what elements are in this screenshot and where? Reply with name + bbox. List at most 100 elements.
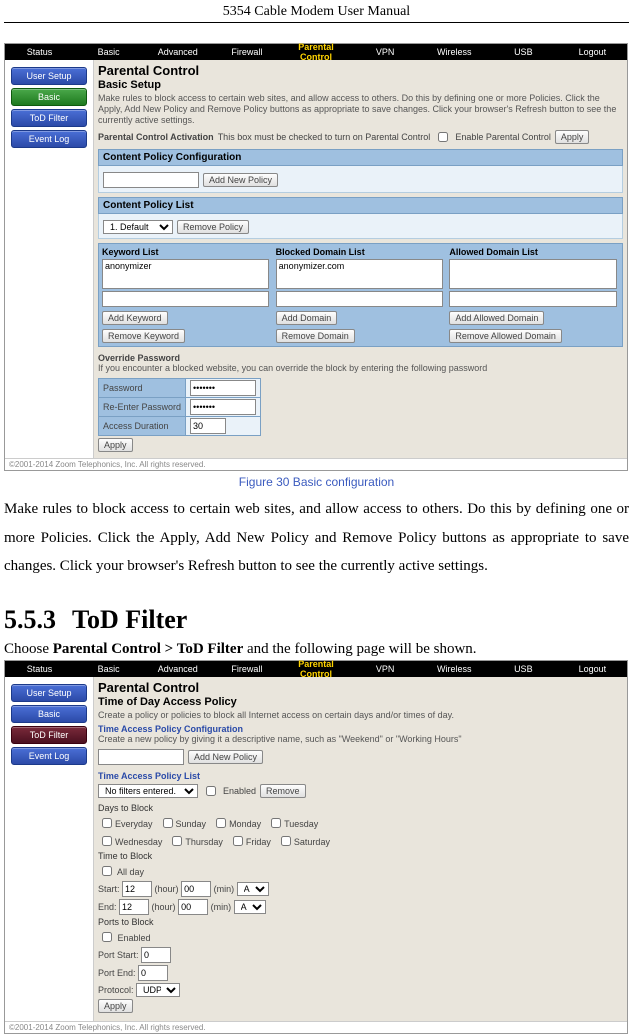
nav-pre: Choose: [4, 641, 53, 657]
day-friday-checkbox[interactable]: [233, 836, 243, 846]
sidebar-event-log[interactable]: Event Log: [11, 130, 87, 148]
nav-tab-advanced[interactable]: Advanced: [143, 663, 212, 675]
nav-tab-usb[interactable]: USB: [489, 46, 558, 58]
new-policy-input-2[interactable]: [98, 749, 184, 765]
day-sunday-checkbox[interactable]: [163, 818, 173, 828]
sidebar-user-setup[interactable]: User Setup: [11, 67, 87, 85]
password-input[interactable]: [190, 380, 256, 396]
day-everyday-checkbox[interactable]: [102, 818, 112, 828]
figure-caption: Figure 30 Basic configuration: [4, 475, 629, 489]
port-end-label: Port End:: [98, 968, 136, 978]
override-desc: If you encounter a blocked website, you …: [98, 363, 623, 374]
blurb: Make rules to block access to certain we…: [98, 93, 623, 125]
allowed-input[interactable]: [449, 291, 616, 307]
apply-button-2[interactable]: Apply: [98, 438, 133, 452]
day-thursday-checkbox[interactable]: [172, 836, 182, 846]
sub-title: Basic Setup: [98, 79, 623, 91]
blocked-list[interactable]: anonymizer.com: [276, 259, 443, 289]
top-nav-2: StatusBasicAdvancedFirewallParental Cont…: [5, 661, 627, 677]
nav-tab-logout[interactable]: Logout: [558, 663, 627, 675]
nav-tab-wireless[interactable]: Wireless: [420, 663, 489, 675]
main-panel-2: Parental Control Time of Day Access Poli…: [94, 677, 627, 1022]
start-ampm-select[interactable]: AM: [237, 882, 269, 896]
nav-tab-status[interactable]: Status: [5, 46, 74, 58]
hour-label: (hour): [155, 884, 179, 894]
end-ampm-select[interactable]: AM: [234, 900, 266, 914]
day-friday-label: Friday: [246, 837, 271, 847]
nav-tab-advanced[interactable]: Advanced: [143, 46, 212, 58]
config-head: Time Access Policy Configuration: [98, 724, 623, 734]
end-hour-input[interactable]: [119, 899, 149, 915]
blocked-input[interactable]: [276, 291, 443, 307]
day-monday-checkbox[interactable]: [216, 818, 226, 828]
day-everyday-label: Everyday: [115, 819, 153, 829]
nav-tab-wireless[interactable]: Wireless: [420, 46, 489, 58]
main-title: Parental Control: [98, 63, 623, 78]
end-min-input[interactable]: [178, 899, 208, 915]
nav-tab-usb[interactable]: USB: [489, 663, 558, 675]
enabled-checkbox[interactable]: [206, 786, 216, 796]
override-table: Password Re-Enter Password Access Durati…: [98, 378, 261, 436]
day-tuesday-checkbox[interactable]: [271, 818, 281, 828]
keyword-input[interactable]: [102, 291, 269, 307]
add-new-policy-button[interactable]: Add New Policy: [203, 173, 278, 187]
nav-tab-basic[interactable]: Basic: [74, 46, 143, 58]
add-new-policy-button-2[interactable]: Add New Policy: [188, 750, 263, 764]
port-start-label: Port Start:: [98, 950, 139, 960]
policy-select[interactable]: 1. Default: [103, 220, 173, 234]
remove-button[interactable]: Remove: [260, 784, 306, 798]
sidebar-tod-filter[interactable]: ToD Filter: [11, 726, 87, 744]
password2-input[interactable]: [190, 399, 256, 415]
nav-tab-firewall[interactable]: Firewall: [212, 46, 281, 58]
keyword-list[interactable]: anonymizer: [102, 259, 269, 289]
config-desc: Create a new policy by giving it a descr…: [98, 734, 623, 745]
sidebar-basic[interactable]: Basic: [11, 88, 87, 106]
days-row-2: WednesdayThursdayFridaySaturday: [98, 833, 623, 849]
ports-enabled-checkbox[interactable]: [102, 932, 112, 942]
add-domain-button[interactable]: Add Domain: [276, 311, 338, 325]
activation-desc: This box must be checked to turn on Pare…: [218, 132, 431, 142]
allday-checkbox[interactable]: [102, 866, 112, 876]
ports-label: Ports to Block: [98, 917, 623, 927]
apply-button[interactable]: Apply: [555, 130, 590, 144]
nav-tab-firewall[interactable]: Firewall: [212, 663, 281, 675]
days-row-1: EverydaySundayMondayTuesday: [98, 815, 623, 831]
col-title-keyword: Keyword List: [102, 247, 272, 257]
nav-tab-basic[interactable]: Basic: [74, 663, 143, 675]
new-policy-input[interactable]: [103, 172, 199, 188]
policy-list-panel: 1. Default Remove Policy: [98, 214, 623, 239]
remove-policy-button[interactable]: Remove Policy: [177, 220, 249, 234]
body-paragraph: Make rules to block access to certain we…: [4, 495, 629, 581]
col-title-blocked: Blocked Domain List: [276, 247, 446, 257]
sidebar-event-log[interactable]: Event Log: [11, 747, 87, 765]
add-keyword-button[interactable]: Add Keyword: [102, 311, 168, 325]
add-allowed-button[interactable]: Add Allowed Domain: [449, 311, 544, 325]
apply-button-3[interactable]: Apply: [98, 999, 133, 1013]
enable-label: Enable Parental Control: [455, 132, 551, 142]
policy-list-select[interactable]: No filters entered.: [98, 784, 198, 798]
nav-tab-vpn[interactable]: VPN: [351, 46, 420, 58]
remove-allowed-button[interactable]: Remove Allowed Domain: [449, 329, 562, 343]
day-wednesday-checkbox[interactable]: [102, 836, 112, 846]
day-saturday-label: Saturday: [294, 837, 330, 847]
remove-keyword-button[interactable]: Remove Keyword: [102, 329, 185, 343]
nav-tab-vpn[interactable]: VPN: [351, 663, 420, 675]
remove-domain-button[interactable]: Remove Domain: [276, 329, 355, 343]
nav-tab-logout[interactable]: Logout: [558, 46, 627, 58]
sidebar-tod-filter[interactable]: ToD Filter: [11, 109, 87, 127]
allowed-list[interactable]: [449, 259, 616, 289]
sidebar-user-setup[interactable]: User Setup: [11, 684, 87, 702]
min-label: (min): [214, 884, 235, 894]
enable-checkbox[interactable]: [438, 132, 448, 142]
port-end-input[interactable]: [138, 965, 168, 981]
nav-tab-status[interactable]: Status: [5, 663, 74, 675]
sidebar-basic[interactable]: Basic: [11, 705, 87, 723]
duration-input[interactable]: [190, 418, 226, 434]
day-saturday-checkbox[interactable]: [281, 836, 291, 846]
activation-row: Parental Control Activation This box mus…: [98, 129, 623, 145]
port-start-input[interactable]: [141, 947, 171, 963]
start-min-input[interactable]: [181, 881, 211, 897]
col-title-allowed: Allowed Domain List: [449, 247, 619, 257]
protocol-select[interactable]: UDP: [136, 983, 180, 997]
start-hour-input[interactable]: [122, 881, 152, 897]
